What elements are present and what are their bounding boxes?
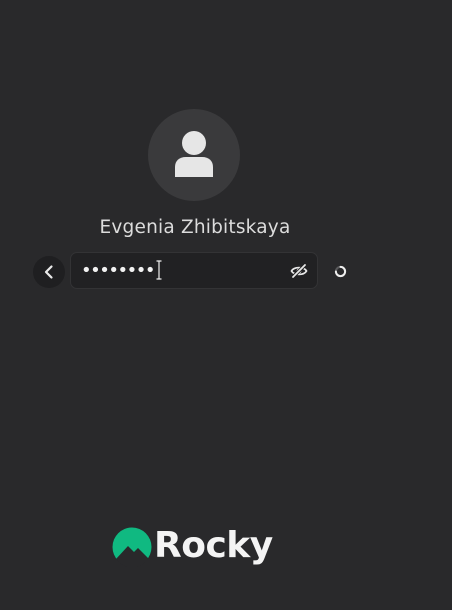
user-silhouette-icon (175, 131, 213, 177)
password-field[interactable]: •••••••• (70, 252, 318, 289)
eye-slash-icon[interactable] (290, 263, 308, 279)
password-value: •••••••• (81, 260, 155, 281)
chevron-left-icon (44, 265, 53, 279)
back-button[interactable] (33, 256, 65, 288)
user-name: Evgenia Zhibitskaya (99, 217, 291, 238)
avatar (148, 109, 240, 201)
logo-text: Rocky (154, 525, 273, 566)
loading-spinner-icon (334, 265, 347, 278)
rocky-mountain-icon (112, 527, 152, 567)
rocky-logo: Rocky (112, 525, 282, 572)
text-cursor-icon (156, 260, 162, 280)
